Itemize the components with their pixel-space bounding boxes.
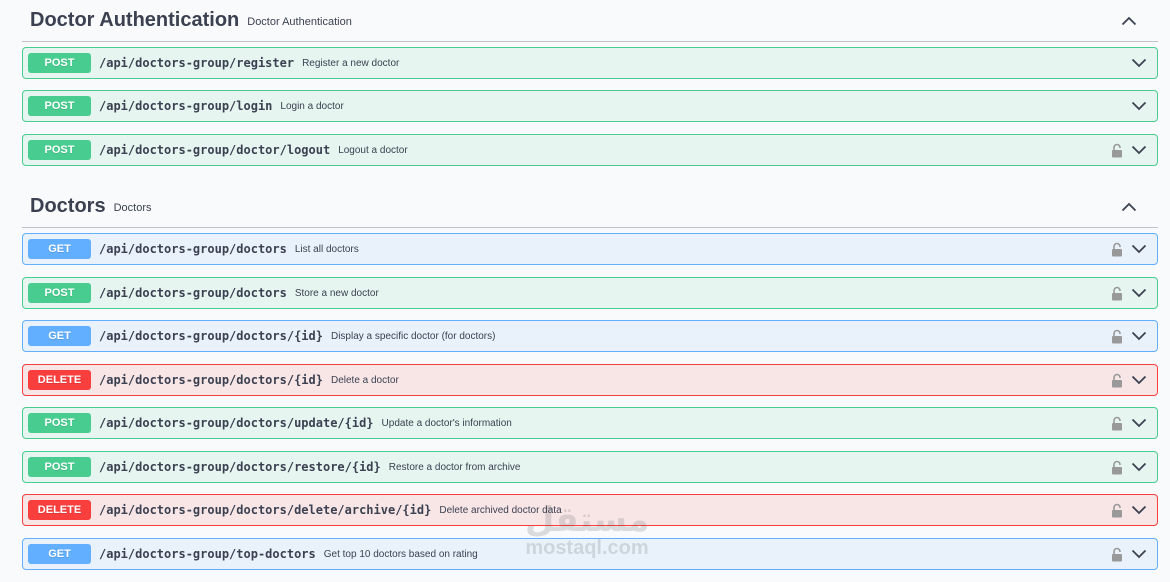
lock-open-icon[interactable]	[1111, 328, 1125, 344]
method-badge: POST	[28, 457, 91, 477]
endpoint-summary: List all doctors	[294, 243, 359, 255]
operation-row[interactable]: GET /api/doctors-group/top-doctors Get t…	[22, 538, 1158, 570]
endpoint-summary: Logout a doctor	[338, 144, 408, 156]
chevron-down-icon[interactable]	[1131, 548, 1147, 560]
section-description: Doctors	[113, 202, 152, 214]
method-badge: DELETE	[28, 370, 91, 390]
endpoint-summary: Restore a doctor from archive	[388, 461, 521, 473]
row-controls	[1111, 234, 1147, 264]
operation-row[interactable]: GET /api/doctors-group/doctors/{id} Disp…	[22, 320, 1158, 352]
operation-row[interactable]: GET /api/doctors-group/doctors List all …	[22, 233, 1158, 265]
chevron-down-icon[interactable]	[1131, 374, 1147, 386]
row-controls	[1111, 408, 1147, 438]
chevron-down-icon[interactable]	[1131, 144, 1147, 156]
lock-open-icon[interactable]	[1111, 415, 1125, 431]
chevron-up-icon[interactable]	[1120, 200, 1138, 214]
operation-row[interactable]: POST /api/doctors-group/doctors/update/{…	[22, 407, 1158, 439]
row-controls	[1111, 365, 1147, 395]
row-controls	[1131, 48, 1147, 78]
row-controls	[1111, 452, 1147, 482]
lock-open-icon[interactable]	[1111, 502, 1125, 518]
operation-row[interactable]: POST /api/doctors-group/doctor/logout Lo…	[22, 134, 1158, 166]
section-title: Doctor Authentication	[30, 9, 240, 31]
endpoint-path: /api/doctors-group/register	[99, 56, 295, 70]
method-badge: POST	[28, 96, 91, 116]
endpoint-path: /api/doctors-group/top-doctors	[99, 547, 316, 561]
endpoint-summary: Get top 10 doctors based on rating	[323, 548, 478, 560]
method-badge: POST	[28, 140, 91, 160]
lock-open-icon[interactable]	[1111, 142, 1125, 158]
chevron-down-icon[interactable]	[1131, 461, 1147, 473]
method-badge: DELETE	[28, 500, 91, 520]
method-badge: POST	[28, 413, 91, 433]
endpoint-path: /api/doctors-group/doctors/{id}	[99, 329, 323, 343]
method-badge: GET	[28, 544, 91, 564]
lock-open-icon[interactable]	[1111, 241, 1125, 257]
section-header-doctor-authentication[interactable]: Doctor Authentication Doctor Authenticat…	[22, 0, 1158, 42]
endpoint-path: /api/doctors-group/doctors	[99, 286, 287, 300]
section-description: Doctor Authentication	[247, 16, 352, 28]
endpoint-path: /api/doctors-group/doctors/{id}	[99, 373, 323, 387]
swagger-page: Doctor Authentication Doctor Authenticat…	[0, 0, 1170, 582]
lock-open-icon[interactable]	[1111, 546, 1125, 562]
chevron-down-icon[interactable]	[1131, 57, 1147, 69]
endpoint-path: /api/doctors-group/doctors/delete/archiv…	[99, 503, 432, 517]
row-controls	[1111, 278, 1147, 308]
method-badge: POST	[28, 283, 91, 303]
chevron-up-icon[interactable]	[1120, 14, 1138, 28]
section-title: Doctors	[30, 195, 106, 217]
operation-row[interactable]: DELETE /api/doctors-group/doctors/delete…	[22, 494, 1158, 526]
endpoint-summary: Store a new doctor	[294, 287, 379, 299]
row-controls	[1111, 495, 1147, 525]
operation-row[interactable]: POST /api/doctors-group/doctors/restore/…	[22, 451, 1158, 483]
endpoint-path: /api/doctors-group/doctors/restore/{id}	[99, 460, 381, 474]
endpoint-summary: Login a doctor	[280, 100, 344, 112]
chevron-down-icon[interactable]	[1131, 243, 1147, 255]
endpoint-summary: Delete archived doctor data	[439, 504, 562, 516]
lock-open-icon[interactable]	[1111, 285, 1125, 301]
endpoint-path: /api/doctors-group/login	[99, 99, 273, 113]
lock-open-icon[interactable]	[1111, 372, 1125, 388]
operation-row[interactable]: DELETE /api/doctors-group/doctors/{id} D…	[22, 364, 1158, 396]
endpoint-summary: Update a doctor's information	[381, 417, 512, 429]
chevron-down-icon[interactable]	[1131, 504, 1147, 516]
operation-row[interactable]: POST /api/doctors-group/login Login a do…	[22, 90, 1158, 122]
method-badge: GET	[28, 326, 91, 346]
row-controls	[1131, 91, 1147, 121]
row-controls	[1111, 135, 1147, 165]
chevron-down-icon[interactable]	[1131, 417, 1147, 429]
endpoint-path: /api/doctors-group/doctors	[99, 242, 287, 256]
endpoint-summary: Register a new doctor	[302, 57, 400, 69]
endpoint-path: /api/doctors-group/doctor/logout	[99, 143, 331, 157]
endpoint-summary: Display a specific doctor (for doctors)	[330, 330, 496, 342]
row-controls	[1111, 321, 1147, 351]
endpoint-path: /api/doctors-group/doctors/update/{id}	[99, 416, 374, 430]
section-header-doctors[interactable]: Doctors Doctors	[22, 186, 1158, 228]
row-controls	[1111, 539, 1147, 569]
operation-row[interactable]: POST /api/doctors-group/doctors Store a …	[22, 277, 1158, 309]
chevron-down-icon[interactable]	[1131, 100, 1147, 112]
method-badge: POST	[28, 53, 91, 73]
method-badge: GET	[28, 239, 91, 259]
chevron-down-icon[interactable]	[1131, 287, 1147, 299]
lock-open-icon[interactable]	[1111, 459, 1125, 475]
operation-row[interactable]: POST /api/doctors-group/register Registe…	[22, 47, 1158, 79]
endpoint-summary: Delete a doctor	[330, 374, 399, 386]
chevron-down-icon[interactable]	[1131, 330, 1147, 342]
